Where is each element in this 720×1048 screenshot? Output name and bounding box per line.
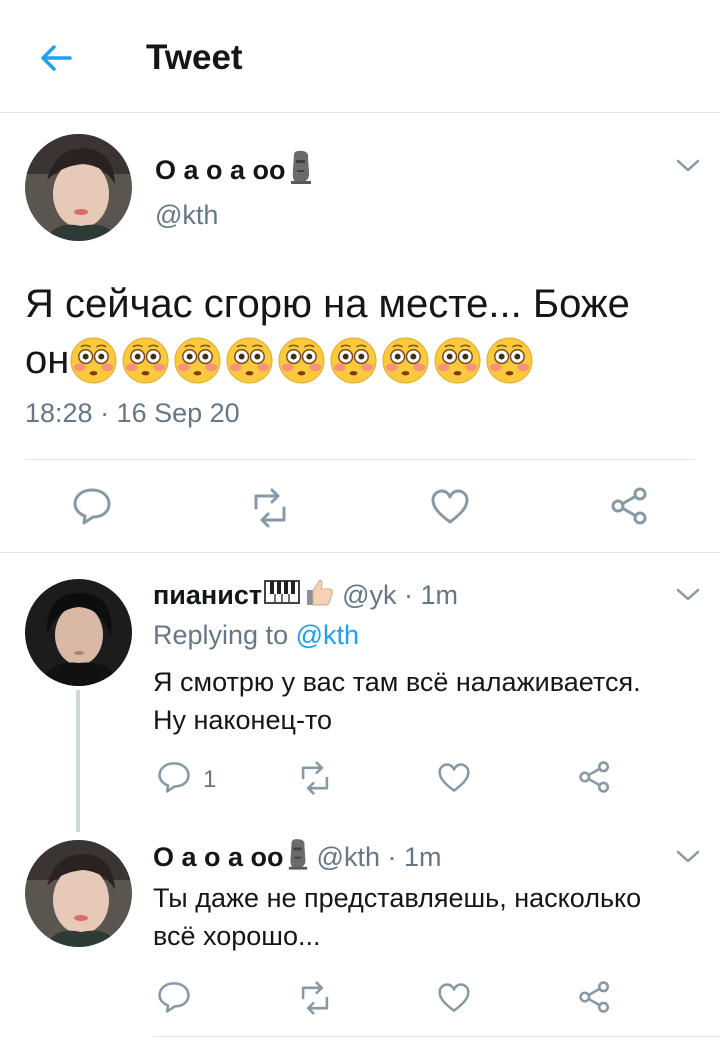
retweet-icon xyxy=(248,488,292,533)
retweet-button[interactable] xyxy=(248,488,292,533)
share-button[interactable] xyxy=(610,486,650,531)
thread-connector xyxy=(76,690,80,832)
page-title: Tweet xyxy=(146,38,243,77)
top-bar: Tweet xyxy=(0,0,720,113)
flushed-face-icon xyxy=(122,336,169,384)
piano-icon xyxy=(264,579,301,612)
flushed-face-icon xyxy=(382,336,429,384)
reply-text: Ты даже не представляешь, насколько всё … xyxy=(153,879,641,955)
display-name[interactable]: пианист xyxy=(153,577,334,614)
reply-header: пианист @yk · 1m xyxy=(153,577,458,614)
share-icon xyxy=(578,980,612,1019)
reply-text: Я смотрю у вас там всё налаживается. Ну … xyxy=(153,663,641,739)
comment-icon xyxy=(157,980,191,1019)
chevron-down-icon[interactable] xyxy=(674,155,702,175)
chevron-down-icon[interactable] xyxy=(674,584,702,604)
flushed-face-icon xyxy=(434,336,481,384)
timestamp[interactable]: 18:28 · 16 Sep 20 xyxy=(25,398,240,429)
handle[interactable]: @kth xyxy=(155,200,218,231)
reply-header: О а о а оо @kth · 1m xyxy=(153,838,441,877)
handle-time[interactable]: @yk · 1m xyxy=(342,580,458,611)
divider xyxy=(25,459,695,460)
moai-icon xyxy=(287,838,309,877)
share-button[interactable] xyxy=(578,760,612,799)
display-name[interactable]: О а о а оо xyxy=(155,150,313,191)
flushed-face-icon xyxy=(226,336,273,384)
heart-icon xyxy=(437,982,471,1019)
reply-text-line: всё хорошо... xyxy=(153,921,321,951)
mention-link[interactable]: @kth xyxy=(296,620,359,650)
thumbs-up-icon xyxy=(304,577,334,614)
divider xyxy=(0,552,720,553)
retweet-button[interactable] xyxy=(296,761,334,800)
avatar[interactable] xyxy=(25,134,132,241)
reply-button[interactable]: 1 xyxy=(157,760,216,799)
replying-to: Replying to @kth xyxy=(153,620,360,650)
comment-icon xyxy=(72,486,112,531)
share-button[interactable] xyxy=(578,980,612,1019)
like-button[interactable] xyxy=(437,982,471,1019)
reply-count: 1 xyxy=(203,765,217,793)
flushed-face-icon xyxy=(174,336,221,384)
flushed-emoji-row xyxy=(69,336,537,385)
chevron-down-icon[interactable] xyxy=(674,846,702,866)
retweet-button[interactable] xyxy=(296,981,334,1020)
tweet-text: Я сейчас сгорю на месте... Боже он xyxy=(25,276,705,388)
tweet-text-line: Я сейчас сгорю на месте... Боже xyxy=(25,282,630,326)
avatar[interactable] xyxy=(25,579,132,686)
display-name[interactable]: О а о а оо xyxy=(153,838,309,877)
flushed-face-icon xyxy=(70,336,117,384)
reply-button[interactable] xyxy=(157,980,191,1019)
retweet-icon xyxy=(296,761,334,800)
divider xyxy=(153,1036,720,1037)
like-button[interactable] xyxy=(437,762,471,799)
back-arrow-icon[interactable] xyxy=(34,36,78,80)
share-icon xyxy=(610,486,650,531)
heart-icon xyxy=(437,762,471,799)
share-icon xyxy=(578,760,612,799)
avatar[interactable] xyxy=(25,840,132,947)
flushed-face-icon xyxy=(330,336,377,384)
flushed-face-icon xyxy=(486,336,533,384)
reply-text-line: Ну наконец-то xyxy=(153,705,333,735)
like-button[interactable] xyxy=(430,488,470,531)
retweet-icon xyxy=(296,981,334,1020)
moai-icon xyxy=(289,150,313,191)
tweet-text-line: он xyxy=(25,332,705,388)
flushed-face-icon xyxy=(278,336,325,384)
reply-text-line: Ты даже не представляешь, насколько xyxy=(153,883,642,913)
reply-button[interactable] xyxy=(72,486,112,531)
reply-text-line: Я смотрю у вас там всё налаживается. xyxy=(153,667,641,697)
comment-icon xyxy=(157,760,191,799)
heart-icon xyxy=(430,488,470,531)
handle-time[interactable]: @kth · 1m xyxy=(317,842,442,873)
